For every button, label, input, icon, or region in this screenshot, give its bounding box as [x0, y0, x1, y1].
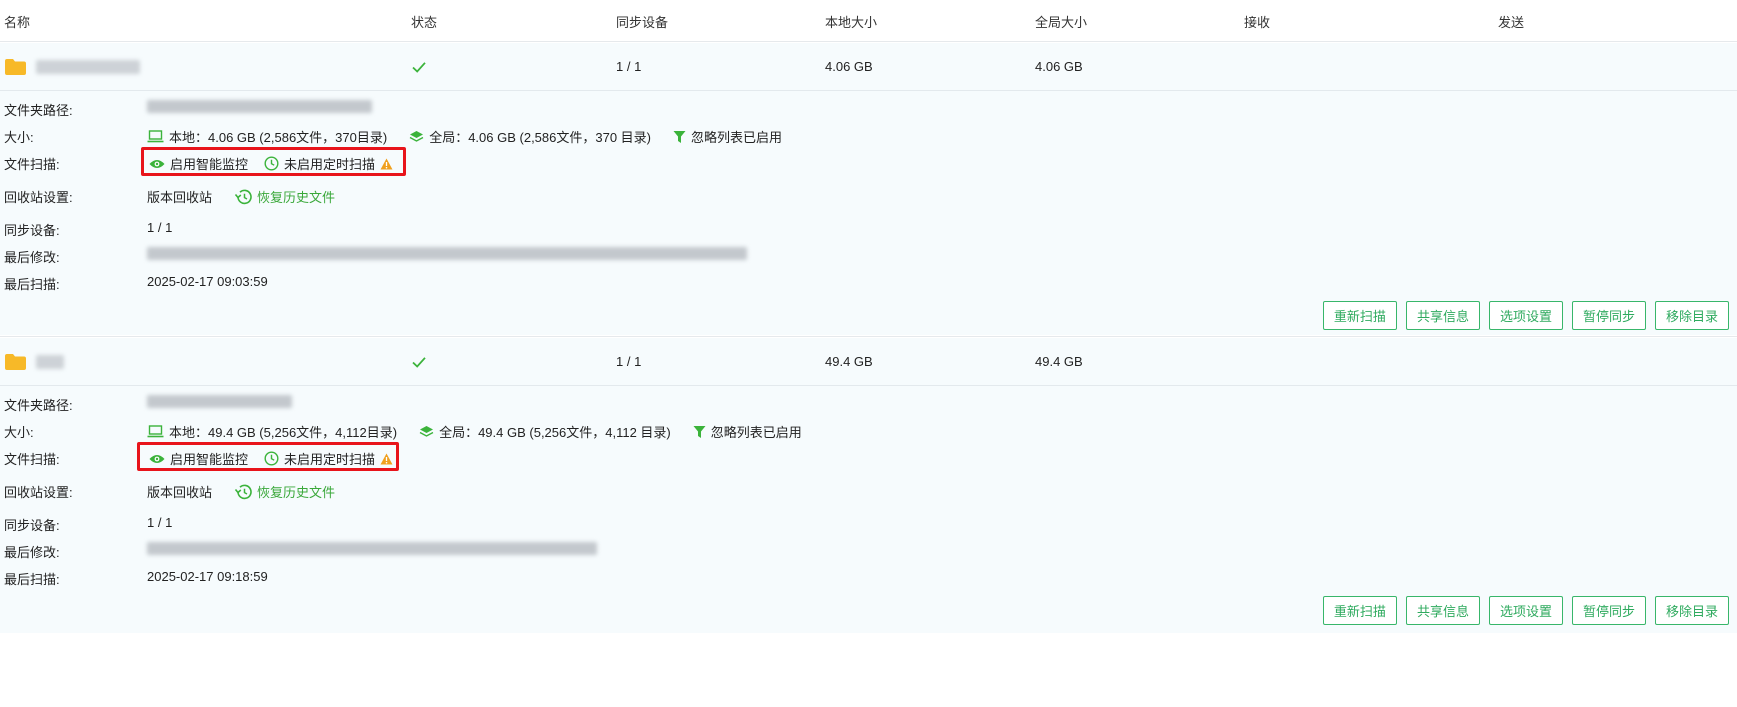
label-size: 大小: — [4, 425, 34, 440]
col-status: 状态 — [411, 15, 438, 30]
check-icon — [412, 62, 426, 73]
restore-history-link[interactable]: 恢复历史文件 — [234, 187, 335, 206]
folder-row[interactable]: 1 / 1 49.4 GB 49.4 GB — [0, 338, 1737, 386]
smart-monitor-status: 启用智能监控 — [170, 157, 249, 172]
label-scanned: 最后扫描: — [4, 572, 60, 587]
remove-folder-button[interactable]: 移除目录 — [1654, 596, 1729, 625]
size-detail: 本地：4.06 GB (2,586文件，370目录) 全局：4.06 GB (2… — [147, 127, 804, 146]
share-info-button[interactable]: 共享信息 — [1405, 301, 1480, 330]
options-button[interactable]: 选项设置 — [1488, 301, 1563, 330]
label-scan: 文件扫描: — [4, 157, 60, 172]
filter-icon — [693, 425, 706, 438]
folder-name-redacted — [36, 60, 140, 74]
restore-history-label: 恢复历史文件 — [257, 190, 336, 205]
smart-monitor-status: 启用智能监控 — [170, 452, 249, 467]
folder-global-size: 49.4 GB — [1035, 354, 1083, 369]
folder-icon — [5, 59, 26, 75]
label-modified: 最后修改: — [4, 545, 60, 560]
laptop-icon — [147, 130, 164, 143]
col-global-size: 全局大小 — [1035, 15, 1088, 30]
scheduled-scan-status: 未启用定时扫描 — [284, 452, 376, 467]
folder-local-size: 49.4 GB — [825, 354, 873, 369]
pause-sync-button[interactable]: 暂停同步 — [1571, 596, 1646, 625]
restore-history-label: 恢复历史文件 — [257, 485, 336, 500]
trash-mode: 版本回收站 — [147, 190, 213, 205]
pause-sync-button[interactable]: 暂停同步 — [1571, 301, 1646, 330]
size-detail: 本地：49.4 GB (5,256文件，4,112目录) 全局：49.4 GB … — [147, 422, 824, 441]
options-button[interactable]: 选项设置 — [1488, 596, 1563, 625]
col-devices: 同步设备 — [616, 15, 669, 30]
label-size: 大小: — [4, 130, 34, 145]
local-detail: 本地：49.4 GB (5,256文件，4,112目录) — [169, 425, 398, 440]
clock-icon — [264, 451, 279, 466]
col-name: 名称 — [4, 15, 31, 30]
history-icon — [234, 484, 252, 499]
folder-global-size: 4.06 GB — [1035, 59, 1083, 74]
folder-panel: 1 / 1 4.06 GB 4.06 GB 文件夹路径: 大小: 本地：4.06… — [0, 43, 1737, 335]
label-devices: 同步设备: — [4, 518, 60, 533]
history-icon — [234, 189, 252, 204]
scan-detail: 启用智能监控 未启用定时扫描 — [149, 154, 398, 173]
folder-path-redacted — [147, 395, 292, 408]
layers-icon — [419, 425, 434, 437]
folder-panel: 1 / 1 49.4 GB 49.4 GB 文件夹路径: 大小: 本地：49.4… — [0, 338, 1737, 633]
label-scan: 文件扫描: — [4, 452, 60, 467]
check-icon — [412, 357, 426, 368]
table-header: 名称 状态 同步设备 本地大小 全局大小 接收 发送 — [0, 0, 1737, 42]
rescan-button[interactable]: 重新扫描 — [1322, 301, 1397, 330]
rescan-button[interactable]: 重新扫描 — [1322, 596, 1397, 625]
ignore-status: 忽略列表已启用 — [691, 130, 783, 145]
ignore-status: 忽略列表已启用 — [710, 425, 802, 440]
folder-actions: 重新扫描 共享信息 选项设置 暂停同步 移除目录 — [1322, 596, 1729, 625]
global-detail: 全局：49.4 GB (5,256文件，4,112 目录) — [439, 425, 671, 440]
scan-detail: 启用智能监控 未启用定时扫描 — [149, 449, 398, 468]
label-devices: 同步设备: — [4, 223, 60, 238]
warning-icon — [380, 453, 393, 464]
local-detail: 本地：4.06 GB (2,586文件，370目录) — [169, 130, 388, 145]
folder-devices: 1 / 1 — [616, 59, 642, 74]
last-scan-value: 2025-02-17 09:18:59 — [147, 569, 268, 584]
laptop-icon — [147, 425, 164, 438]
col-send: 发送 — [1498, 15, 1525, 30]
eye-icon — [149, 454, 165, 463]
col-local-size: 本地大小 — [825, 15, 878, 30]
eye-icon — [149, 159, 165, 168]
trash-mode: 版本回收站 — [147, 485, 213, 500]
label-trash: 回收站设置: — [4, 190, 73, 205]
clock-icon — [264, 156, 279, 171]
folder-path-redacted — [147, 100, 372, 113]
label-trash: 回收站设置: — [4, 485, 73, 500]
share-info-button[interactable]: 共享信息 — [1405, 596, 1480, 625]
last-modified-redacted — [147, 247, 747, 260]
restore-history-link[interactable]: 恢复历史文件 — [234, 482, 335, 501]
remove-folder-button[interactable]: 移除目录 — [1654, 301, 1729, 330]
label-scanned: 最后扫描: — [4, 277, 60, 292]
scheduled-scan-status: 未启用定时扫描 — [284, 157, 376, 172]
divider — [0, 336, 1737, 337]
col-receive: 接收 — [1244, 15, 1271, 30]
folder-icon — [5, 354, 26, 370]
label-path: 文件夹路径: — [4, 103, 73, 118]
last-scan-value: 2025-02-17 09:03:59 — [147, 274, 268, 289]
layers-icon — [409, 130, 424, 142]
filter-icon — [673, 130, 686, 143]
global-detail: 全局：4.06 GB (2,586文件，370 目录) — [429, 130, 652, 145]
last-modified-redacted — [147, 542, 597, 555]
label-modified: 最后修改: — [4, 250, 60, 265]
folder-row[interactable]: 1 / 1 4.06 GB 4.06 GB — [0, 43, 1737, 91]
folder-name-redacted — [36, 355, 64, 369]
trash-detail: 版本回收站 恢复历史文件 — [147, 187, 335, 206]
sync-devices-value: 1 / 1 — [147, 515, 173, 530]
warning-icon — [380, 158, 393, 169]
sync-devices-value: 1 / 1 — [147, 220, 173, 235]
folder-devices: 1 / 1 — [616, 354, 642, 369]
folder-local-size: 4.06 GB — [825, 59, 873, 74]
label-path: 文件夹路径: — [4, 398, 73, 413]
folder-actions: 重新扫描 共享信息 选项设置 暂停同步 移除目录 — [1322, 301, 1729, 330]
trash-detail: 版本回收站 恢复历史文件 — [147, 482, 335, 501]
